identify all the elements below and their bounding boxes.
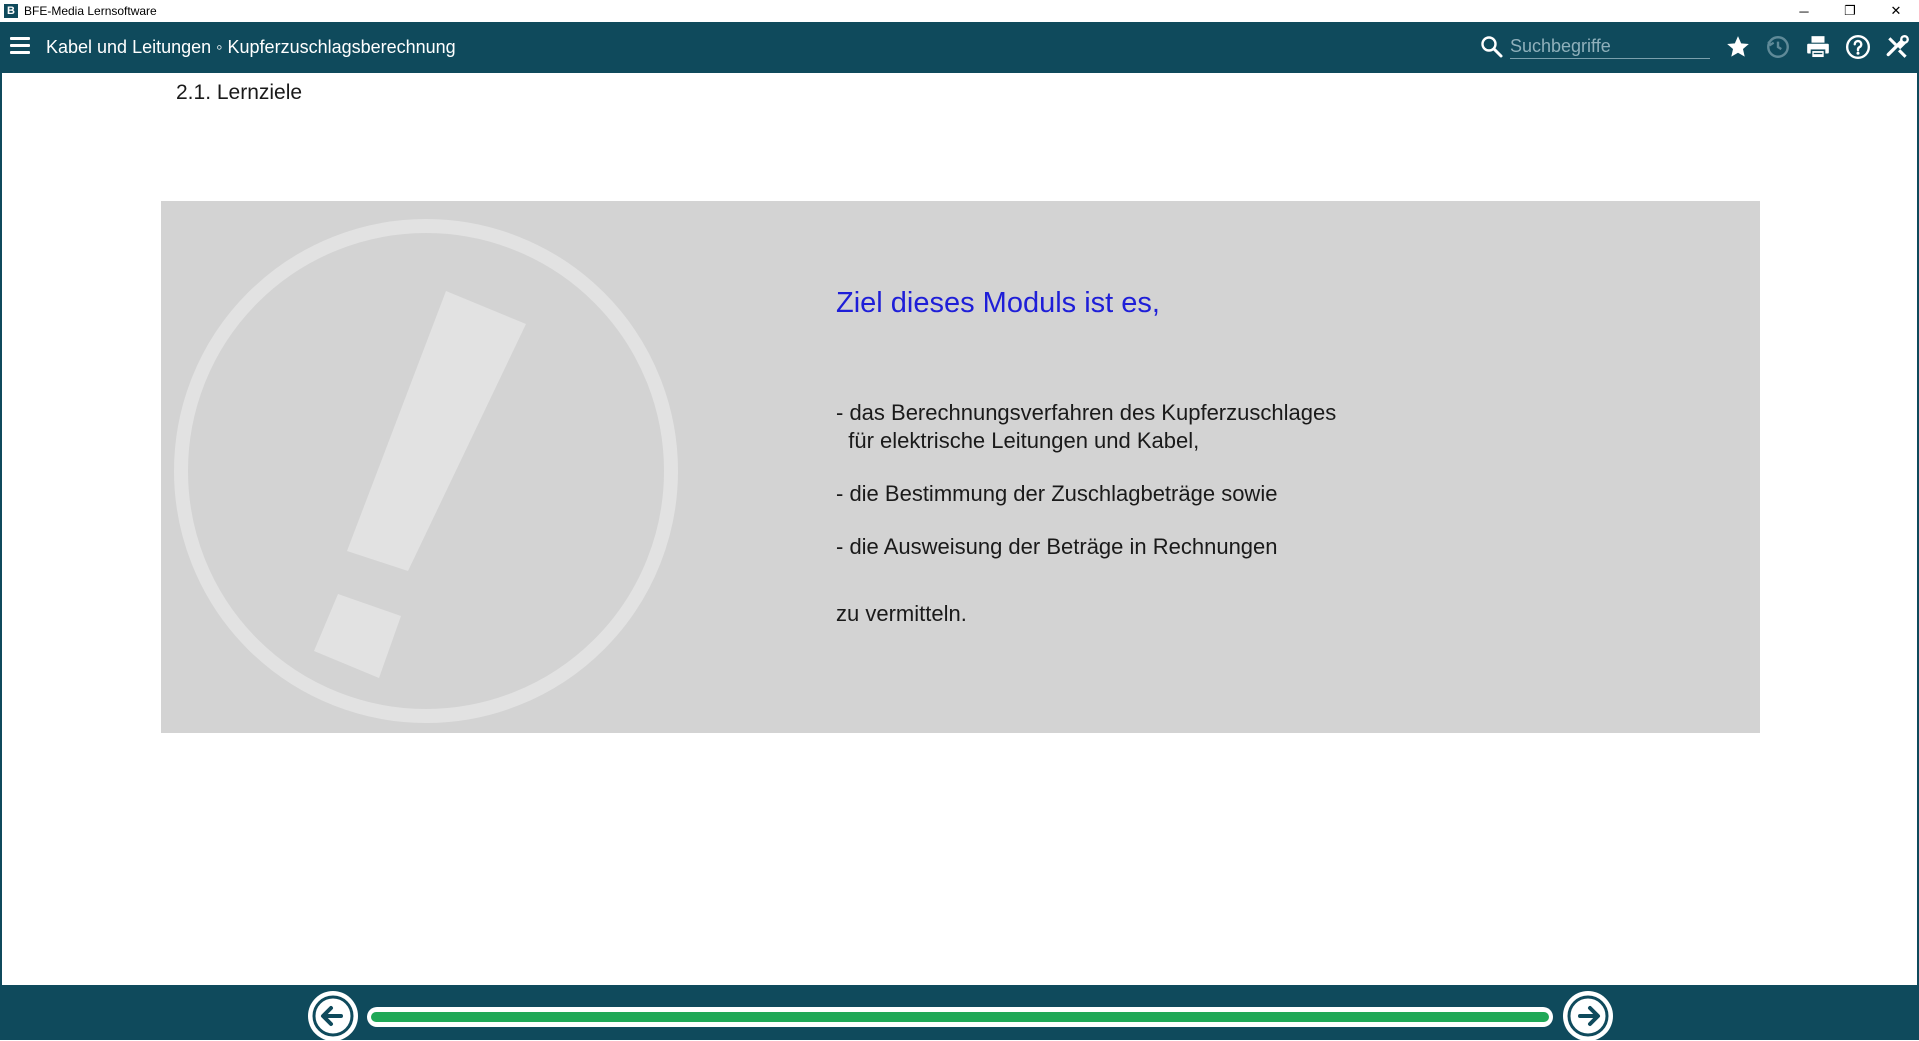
tools-icon[interactable] [1884,33,1912,61]
window-titlebar: B BFE-Media Lernsoftware ─ ❐ ✕ [0,0,1919,22]
next-page-button[interactable] [1563,991,1613,1041]
progress-bar [367,1007,1553,1027]
objectives-heading: Ziel dieses Moduls ist es, [836,287,1160,319]
list-item: - das Berechnungsverfahren des Kupferzus… [836,400,1337,453]
arrow-left-icon [312,995,354,1037]
progress-fill [371,1012,1549,1022]
list-item: - die Bestimmung der Zuschlagbeträge sow… [836,481,1278,506]
exclamation-watermark-icon [174,219,678,723]
history-icon[interactable] [1764,33,1792,61]
help-icon[interactable] [1844,33,1872,61]
arrow-right-icon [1567,995,1609,1037]
objectives-list: - das Berechnungsverfahren des Kupferzus… [836,399,1336,586]
close-button[interactable]: ✕ [1873,0,1919,22]
star-icon[interactable] [1724,33,1752,61]
previous-page-button[interactable] [308,991,358,1041]
header-title: Kabel und Leitungen ◦ Kupferzuschlagsber… [46,37,456,57]
list-item: - die Ausweisung der Beträge in Rechnung… [836,534,1278,559]
menu-icon[interactable] [10,37,30,57]
search-input[interactable] [1510,34,1710,59]
app-header: Kabel und Leitungen ◦ Kupferzuschlagsber… [0,22,1919,73]
page-title: 2.1. Lernziele [176,81,303,104]
app-logo-icon: B [4,4,18,18]
left-border [0,73,2,985]
objectives-closing: zu vermitteln. [836,601,967,626]
window-controls: ─ ❐ ✕ [1781,0,1919,22]
window-title: BFE-Media Lernsoftware [24,4,157,18]
objectives-panel: Ziel dieses Moduls ist es, - das Berechn… [161,201,1760,733]
restore-button[interactable]: ❐ [1827,0,1873,22]
minimize-button[interactable]: ─ [1781,0,1827,22]
search-icon[interactable] [1480,35,1504,59]
print-icon[interactable] [1804,33,1832,61]
